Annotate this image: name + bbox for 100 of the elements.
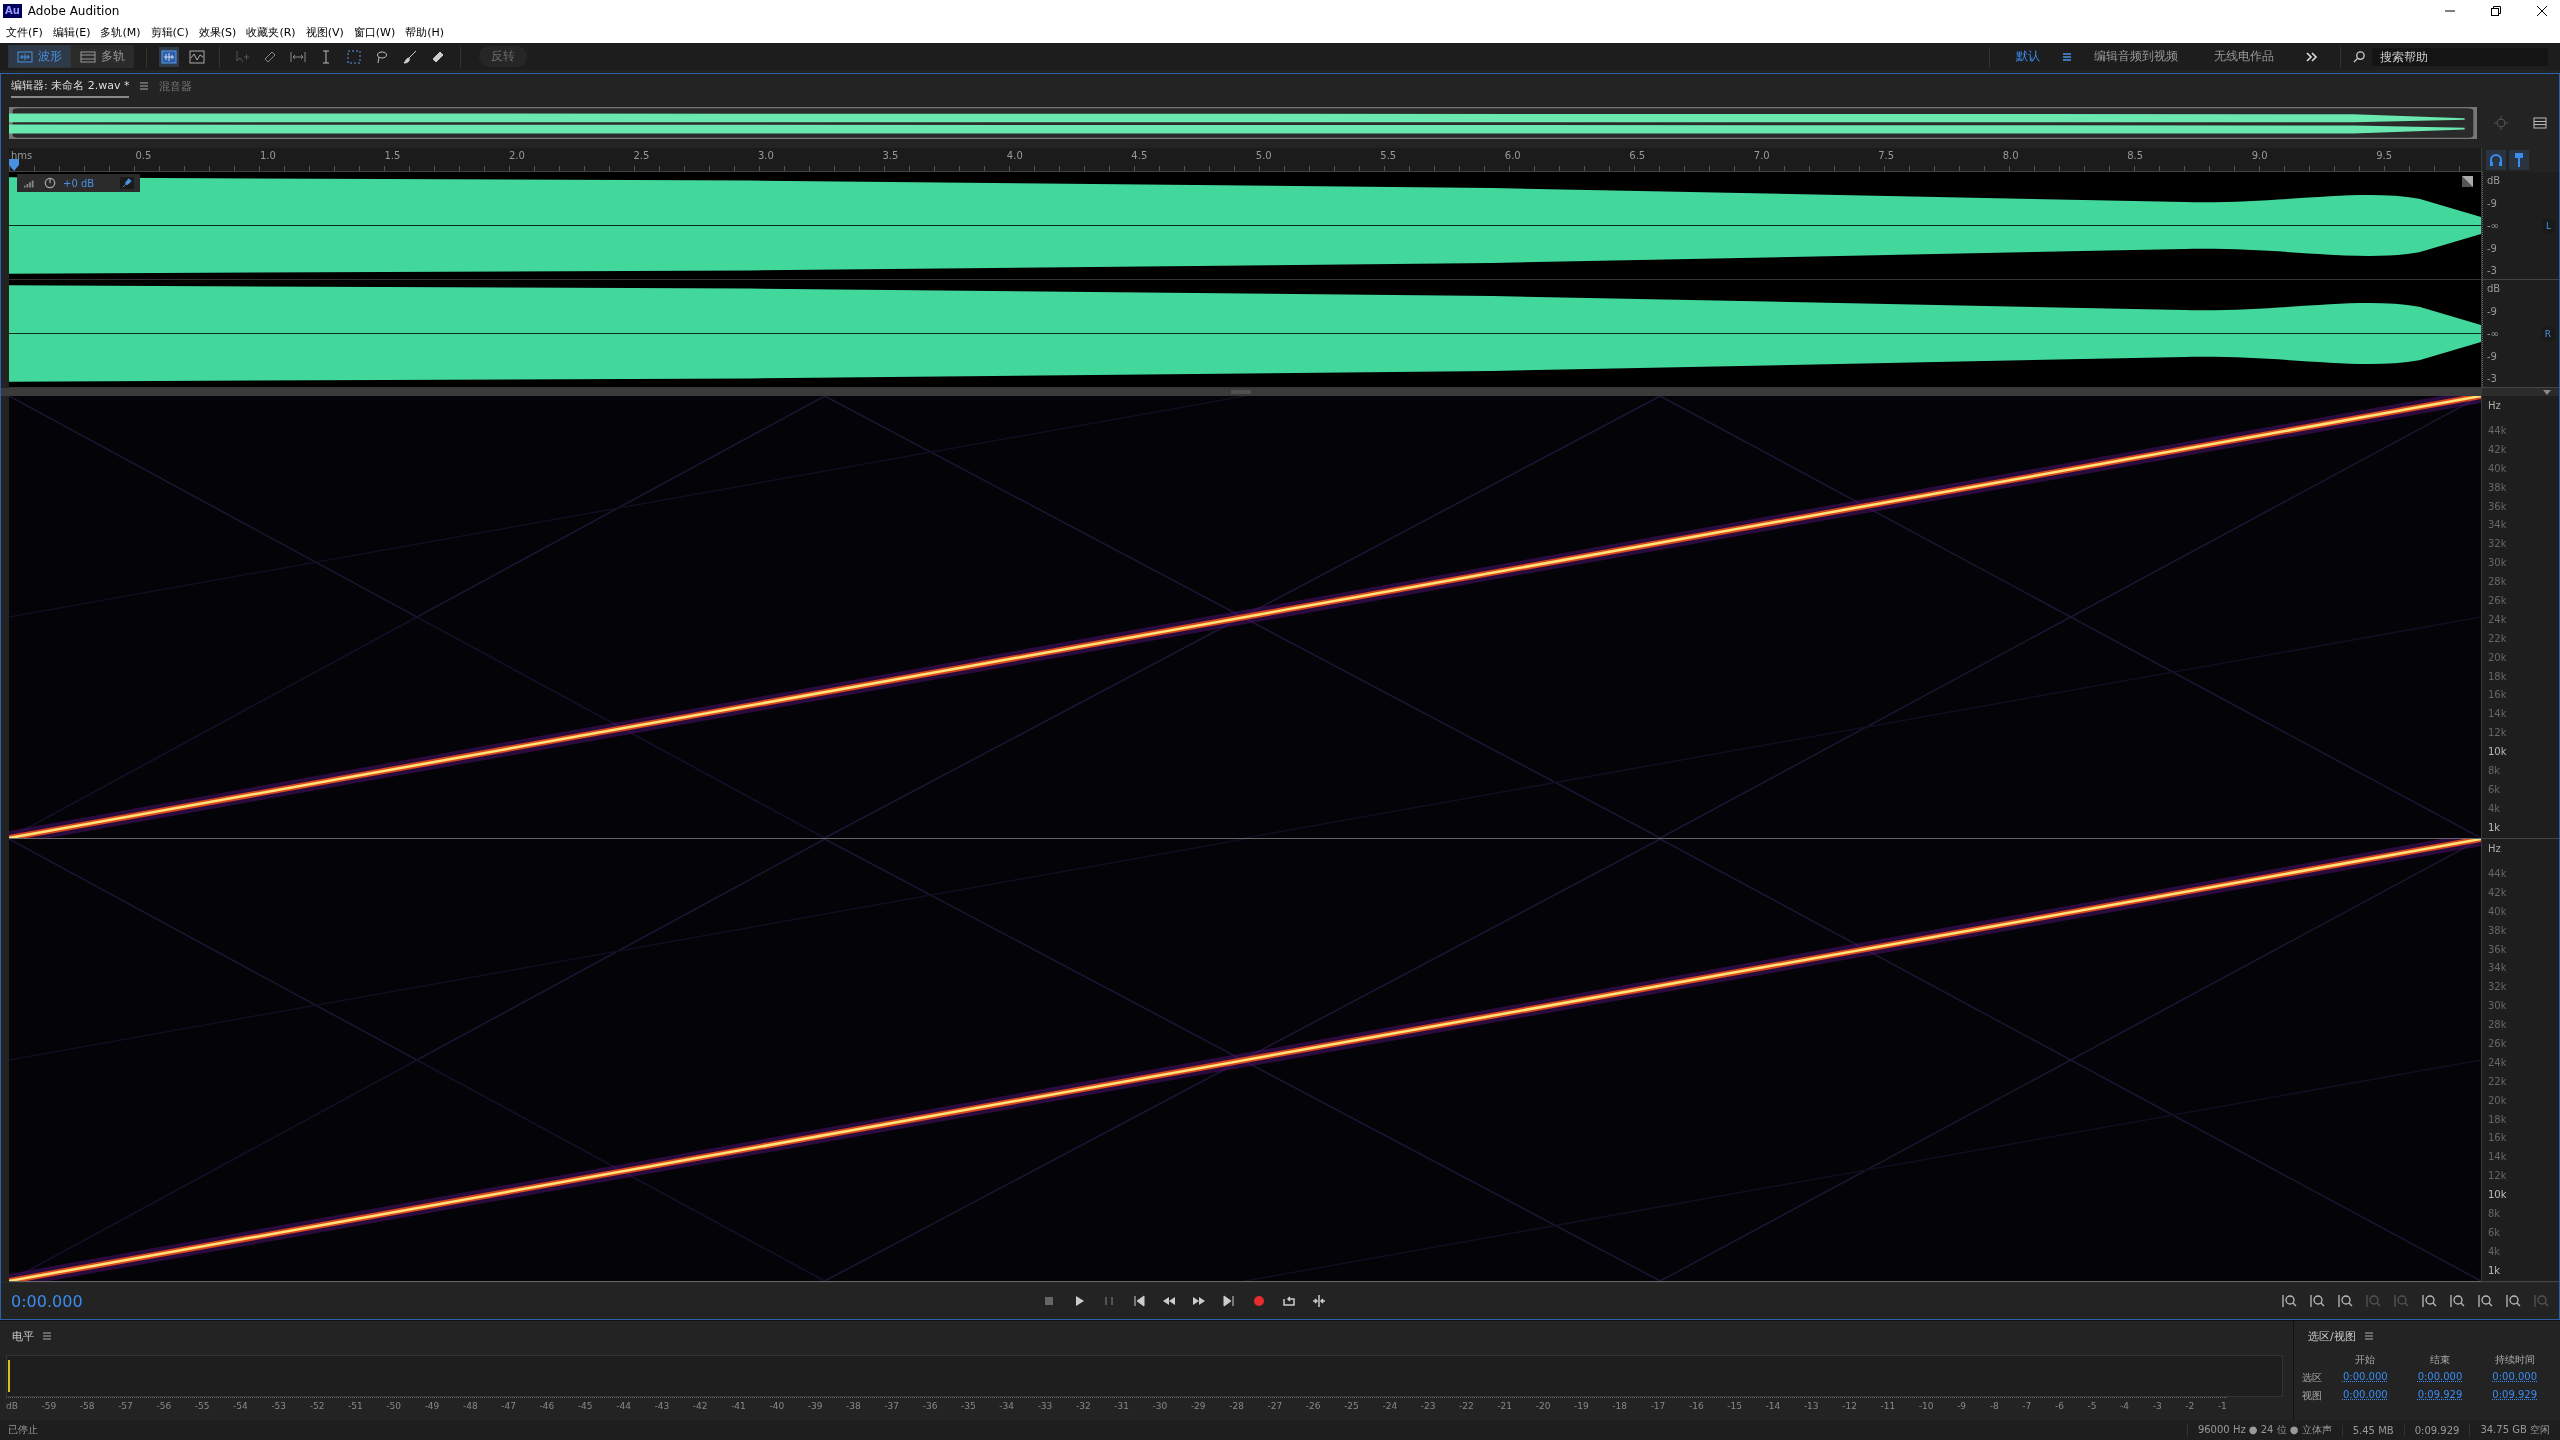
time-value[interactable]: 0:00.000 [2328,1389,2403,1403]
db-label: -∞ [2487,220,2500,231]
frequency-label: 10k [2488,1189,2508,1202]
menu-item[interactable]: 剪辑(C) [150,25,189,40]
menu-item[interactable]: 窗口(W) [353,25,396,40]
scale-label: -44 [616,1401,631,1411]
scale-label: -57 [118,1401,133,1411]
frequency-label: 12k [2488,1170,2508,1183]
time-value[interactable]: 0:00.000 [2328,1371,2403,1385]
menu-icon[interactable] [139,81,150,91]
search-field[interactable]: 搜索帮助 [2372,47,2548,66]
menu-item[interactable]: 文件(F) [6,25,43,40]
menu-icon[interactable] [42,1331,52,1341]
menu-item[interactable]: 编辑(E) [52,25,91,40]
frequency-label: 32k [2488,981,2508,994]
free-space: 34.75 GB 空闲 [2469,1423,2560,1437]
db-label: dB [2487,283,2501,294]
gain-knob-icon[interactable] [43,177,57,189]
pin-icon[interactable] [2509,150,2529,170]
scale-label: -59 [41,1401,57,1411]
workspace-tab[interactable]: 无线电作品 [2200,48,2288,65]
time-value[interactable]: 0:09.929 [2477,1389,2552,1403]
channel-button[interactable]: L [2542,218,2555,233]
frequency-label: 30k [2488,1000,2508,1013]
playhead-icon[interactable] [9,159,19,171]
frequency-label: 36k [2488,943,2508,956]
scale-label: -34 [999,1401,1014,1411]
more-icon[interactable] [2306,51,2318,62]
scale-label: -54 [233,1401,248,1411]
scale-label: -27 [1267,1401,1283,1411]
sample-format: 96000 Hz ● 24 位 ● 立体声 [2186,1423,2342,1437]
search-icon [2353,50,2366,63]
frequency-label: 1k [2488,1264,2502,1277]
scale-label: -46 [539,1401,555,1411]
fade-handle-icon[interactable] [2462,176,2473,187]
loop-icon[interactable] [1281,1293,1297,1309]
scale-label: -39 [807,1401,823,1411]
pin-icon[interactable] [120,177,135,189]
ruler-label: 0.5 [134,150,152,161]
frequency-label: 40k [2488,462,2508,475]
waveform[interactable] [9,280,2481,387]
time-ruler[interactable]: hms 0.5 1.0 1.5 2.0 2.5 3.0 3.5 4.0 4.5 5.0 5.5 6.0 6.5 7.0 7.5 8.0 8.5 9.0 9.5 [9,148,2481,172]
scale-label: -1 [2217,1401,2227,1411]
workspace-tab[interactable]: 默认 [2002,48,2054,65]
scale-label: -29 [1190,1401,1206,1411]
db-label: -∞ [2487,328,2500,339]
menu-item[interactable]: 帮助(H) [405,25,445,40]
headphones-icon[interactable] [2486,150,2506,170]
scale-label: -24 [1382,1401,1398,1411]
menu-item[interactable]: 多轨(M) [100,25,141,40]
workspace-tab[interactable]: 编辑音频到视频 [2080,48,2192,65]
ruler-label: 7.0 [1752,150,1770,161]
multitrack-icon [80,50,96,63]
panel-title: 选区/视图 [2308,1328,2356,1344]
menu-item[interactable]: 收藏夹(R) [246,25,296,40]
channel-button[interactable]: R [2540,326,2555,341]
clip-gain-hud[interactable]: +0 dB [17,174,141,192]
end-icon[interactable] [1221,1293,1237,1309]
view-button[interactable]: 波形 [8,45,71,68]
panel-tab[interactable]: 编辑器: 未命名 2.wav * [11,74,130,98]
app-icon: Au [3,4,22,18]
menu-item[interactable]: 视图(V) [305,25,344,40]
scale-label: -7 [2022,1401,2032,1411]
db-label: -9 [2487,242,2498,254]
frequency-label: 26k [2488,595,2508,607]
scale-label: -16 [1688,1401,1704,1411]
overview-waveform[interactable] [9,107,2477,139]
view-button[interactable]: 多轨 [71,45,134,68]
waveform-view-icon[interactable] [159,46,179,67]
frequency-label: 16k [2488,689,2508,702]
maximize-icon[interactable] [2490,5,2502,17]
frequency-label: 22k [2488,632,2508,645]
frequency-label: 32k [2488,538,2508,551]
column-header: 开始 [2354,1353,2377,1367]
scale-label: -25 [1344,1401,1359,1411]
scale-label: -51 [348,1401,363,1411]
scale-label: -42 [692,1401,708,1411]
frequency-label: 38k [2488,924,2508,937]
list-icon[interactable] [2531,115,2548,131]
menu-icon[interactable] [2363,1331,2374,1341]
ruler-label: 6.0 [1503,150,1521,161]
menu-item[interactable]: 效果(S) [198,25,237,40]
time-value[interactable]: 0:00.000 [2477,1371,2552,1385]
time-value[interactable]: 0:00.000 [2402,1371,2478,1385]
menu-icon[interactable] [2062,51,2072,62]
time-value[interactable]: 0:09.929 [2402,1389,2478,1403]
scale-label: -20 [1535,1401,1551,1411]
panel-tab[interactable]: 混音器 [159,75,193,97]
gain-value[interactable]: +0 dB [63,177,95,189]
frequency-label: 38k [2488,481,2508,494]
frequency-label: 30k [2488,557,2508,570]
close-icon[interactable] [2536,5,2548,17]
file-size: 5.45 MB [2341,1424,2404,1436]
skip-icon[interactable] [1311,1293,1327,1309]
record-icon[interactable] [1251,1293,1267,1309]
start-icon[interactable] [1131,1293,1147,1309]
waveform[interactable] [9,172,2481,279]
scale-label: -30 [1152,1401,1168,1411]
frequency-label: 34k [2488,519,2508,532]
frequency-label: 40k [2488,905,2508,918]
